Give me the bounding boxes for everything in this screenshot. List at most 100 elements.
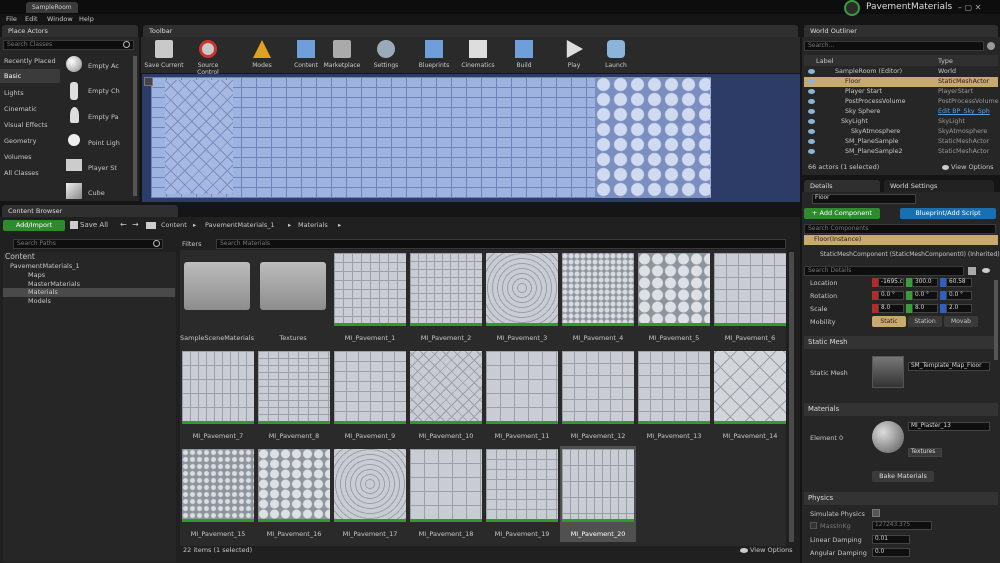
scale-y[interactable]: 8.0 xyxy=(912,304,938,313)
tree-maps[interactable]: Maps xyxy=(28,271,45,279)
visibility-icon[interactable] xyxy=(808,98,815,104)
visibility-icon[interactable] xyxy=(808,128,815,134)
menu-help[interactable]: Help xyxy=(79,15,94,23)
scale-x[interactable]: 8.0 xyxy=(878,304,904,313)
tab-world-outliner[interactable]: World Outliner xyxy=(804,25,998,37)
simulate-physics-checkbox[interactable] xyxy=(872,509,880,517)
modes-button[interactable]: Modes xyxy=(240,38,284,72)
column-type[interactable]: Type xyxy=(938,57,953,65)
materials-category[interactable]: Materials xyxy=(804,403,998,416)
visibility-icon[interactable] xyxy=(808,68,815,74)
search-components-input[interactable]: Search Components xyxy=(804,224,996,234)
source-control-button[interactable]: Source Control xyxy=(186,38,230,76)
search-details-input[interactable]: Search Details xyxy=(804,266,964,276)
material-thumbnail[interactable] xyxy=(334,449,406,522)
visibility-icon[interactable] xyxy=(808,148,815,154)
outliner-row[interactable]: SkyAtmosphere SkyAtmosphere xyxy=(804,127,998,137)
tree-pavementmaterials[interactable]: PavementMaterials_1 xyxy=(10,262,80,270)
component-item[interactable]: StaticMeshComponent (StaticMeshComponent… xyxy=(820,251,1000,258)
mass-field[interactable]: 127243.375 xyxy=(872,521,932,530)
menu-edit[interactable]: Edit xyxy=(25,15,38,23)
mass-checkbox[interactable] xyxy=(810,522,817,529)
launch-button[interactable]: Launch xyxy=(594,38,638,72)
visibility-icon[interactable] xyxy=(808,78,815,84)
tab-place-actors[interactable]: Place Actors xyxy=(2,25,138,37)
settings-icon[interactable] xyxy=(987,42,995,50)
material-thumbnail[interactable] xyxy=(410,253,482,326)
location-y[interactable]: 300.0 xyxy=(912,278,938,287)
breadcrumb-pavement[interactable]: PavementMaterials_1 xyxy=(205,221,275,229)
angular-damping-field[interactable]: 0.0 xyxy=(872,548,910,557)
tree-mastermaterials[interactable]: MasterMaterials xyxy=(28,280,80,288)
physics-category[interactable]: Physics xyxy=(804,492,998,505)
material-thumbnail[interactable] xyxy=(410,449,482,522)
material-dropdown[interactable]: MI_Plaster_13 xyxy=(908,422,990,431)
actor-item[interactable]: Point Ligh xyxy=(88,139,120,147)
static-mesh-thumbnail[interactable] xyxy=(872,356,904,388)
outliner-row[interactable]: SM_PlaneSample2 StaticMeshActor xyxy=(804,147,998,157)
material-thumbnail[interactable] xyxy=(486,449,558,522)
play-button[interactable]: Play xyxy=(552,38,596,72)
material-thumbnail[interactable] xyxy=(258,351,330,424)
visibility-icon[interactable] xyxy=(808,118,815,124)
tree-content[interactable]: Content xyxy=(5,252,35,261)
eye-icon[interactable] xyxy=(982,268,990,273)
search-materials-input[interactable]: Search Materials xyxy=(216,239,786,249)
folder-icon[interactable] xyxy=(184,262,250,310)
viewport-menu-icon[interactable] xyxy=(144,77,153,86)
material-thumbnail[interactable] xyxy=(334,351,406,424)
static-mesh-dropdown[interactable]: SM_Template_Map_Floor xyxy=(908,362,990,371)
filters-button[interactable]: Filters xyxy=(182,240,201,248)
settings-button[interactable]: Settings xyxy=(364,38,408,72)
material-thumbnail[interactable] xyxy=(486,351,558,424)
build-button[interactable]: Build xyxy=(502,38,546,72)
scale-z[interactable]: 2.0 xyxy=(946,304,972,313)
tab-details[interactable]: Details xyxy=(804,180,880,192)
save-all-button[interactable]: Save All xyxy=(80,221,108,229)
location-x[interactable]: -1695.c xyxy=(878,278,904,287)
outliner-row[interactable]: SampleRoom (Editor) World xyxy=(804,67,998,77)
visibility-icon[interactable] xyxy=(808,138,815,144)
location-z[interactable]: 60.58 xyxy=(946,278,972,287)
outliner-row[interactable]: SM_PlaneSample StaticMeshActor xyxy=(804,137,998,147)
outliner-row[interactable]: PostProcessVolume PostProcessVolume xyxy=(804,97,998,107)
folder-icon[interactable] xyxy=(260,262,326,310)
category-lights[interactable]: Lights xyxy=(4,89,24,97)
category-geometry[interactable]: Geometry xyxy=(4,137,36,145)
window-controls[interactable]: – ▢ ✕ xyxy=(958,3,981,12)
material-thumbnail[interactable] xyxy=(334,253,406,326)
material-thumbnail[interactable] xyxy=(182,449,254,522)
actor-item[interactable]: Player St xyxy=(88,164,117,172)
outliner-row[interactable]: SkyLight SkyLight xyxy=(804,117,998,127)
mobility-static[interactable]: Static xyxy=(872,316,906,327)
actor-item[interactable]: Empty Ch xyxy=(88,87,120,95)
outliner-search-input[interactable]: Search... xyxy=(804,41,984,51)
breadcrumb-materials[interactable]: Materials xyxy=(298,221,328,229)
static-mesh-category[interactable]: Static Mesh xyxy=(804,336,998,349)
linear-damping-field[interactable]: 0.01 xyxy=(872,535,910,544)
material-thumbnail[interactable] xyxy=(562,449,634,522)
category-all-classes[interactable]: All Classes xyxy=(4,169,39,177)
actor-name-input[interactable]: Floor xyxy=(812,194,916,204)
outliner-row[interactable]: Sky Sphere Edit BP_Sky_Sph xyxy=(804,107,998,117)
rotation-z[interactable]: 0.0 ° xyxy=(946,291,972,300)
actor-item[interactable]: Empty Pa xyxy=(88,113,119,121)
material-thumbnail[interactable] xyxy=(714,351,786,424)
marketplace-button[interactable]: Marketplace xyxy=(320,38,364,72)
category-basic[interactable]: Basic xyxy=(0,69,60,83)
actors-scrollbar[interactable] xyxy=(133,56,137,196)
outliner-row[interactable]: Player Start PlayerStart xyxy=(804,87,998,97)
material-thumbnail[interactable] xyxy=(872,421,904,453)
bake-materials-button[interactable]: Bake Materials xyxy=(872,471,934,482)
search-classes-input[interactable]: Search Classes xyxy=(3,40,134,50)
material-thumbnail[interactable] xyxy=(410,351,482,424)
tab-world-settings[interactable]: World Settings xyxy=(884,180,994,192)
breadcrumb-content[interactable]: Content xyxy=(161,221,187,229)
category-recently-placed[interactable]: Recently Placed xyxy=(4,57,56,65)
mobility-movable[interactable]: Movab xyxy=(944,316,978,327)
menu-window[interactable]: Window xyxy=(47,15,73,23)
material-thumbnail[interactable] xyxy=(638,351,710,424)
tab-content-browser[interactable]: Content Browser xyxy=(2,205,178,217)
level-tab[interactable]: SampleRoom xyxy=(26,2,78,13)
material-thumbnail[interactable] xyxy=(638,253,710,326)
